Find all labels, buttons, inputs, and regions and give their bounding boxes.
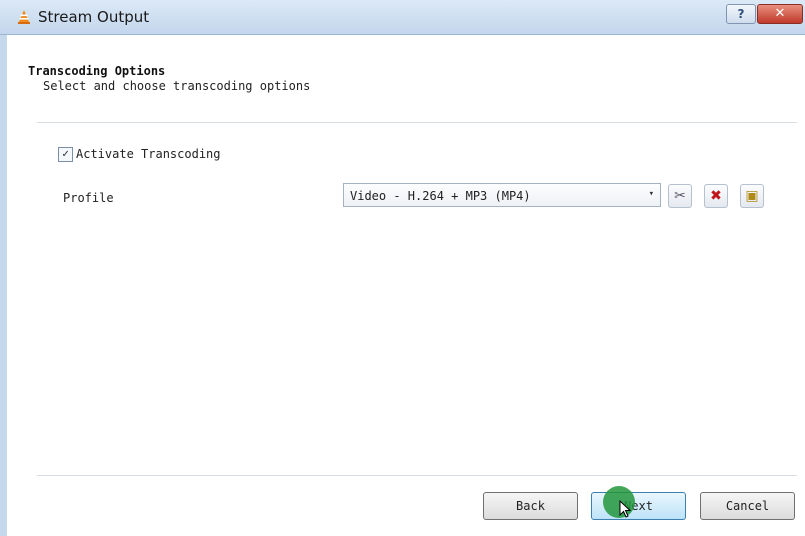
mouse-cursor-icon — [619, 500, 631, 518]
back-button[interactable]: Back — [483, 492, 578, 520]
delete-profile-button[interactable]: ✖ — [704, 184, 728, 208]
scissors-icon: ✂ — [674, 188, 686, 204]
profile-label: Profile — [63, 191, 114, 205]
profile-selected-value: Video - H.264 + MP3 (MP4) — [350, 189, 531, 203]
title-bar: Stream Output ? ✕ — [0, 0, 805, 35]
help-button[interactable]: ? — [726, 4, 756, 24]
window-title: Stream Output — [38, 8, 150, 26]
page-title: Transcoding Options — [28, 64, 166, 78]
profile-dropdown[interactable]: Video - H.264 + MP3 (MP4) ▾ — [343, 183, 661, 207]
cancel-button[interactable]: Cancel — [700, 492, 795, 520]
activate-transcoding-checkbox[interactable]: ✓ — [58, 147, 73, 162]
vlc-cone-icon — [18, 10, 30, 24]
activate-transcoding-label[interactable]: Activate Transcoding — [76, 147, 221, 161]
page-subtitle: Select and choose transcoding options — [43, 79, 311, 93]
divider — [37, 122, 797, 123]
chevron-down-icon[interactable]: ▾ — [649, 189, 654, 199]
red-x-icon: ✖ — [710, 188, 722, 204]
divider — [37, 475, 797, 476]
close-button[interactable]: ✕ — [757, 4, 803, 24]
edit-profile-button[interactable]: ✂ — [668, 184, 692, 208]
dialog-body — [7, 35, 805, 536]
new-profile-button[interactable]: ▣ — [740, 184, 764, 208]
stream-output-window: Stream Output ? ✕ Transcoding Options Se… — [0, 0, 805, 536]
new-profile-icon: ▣ — [745, 188, 759, 204]
